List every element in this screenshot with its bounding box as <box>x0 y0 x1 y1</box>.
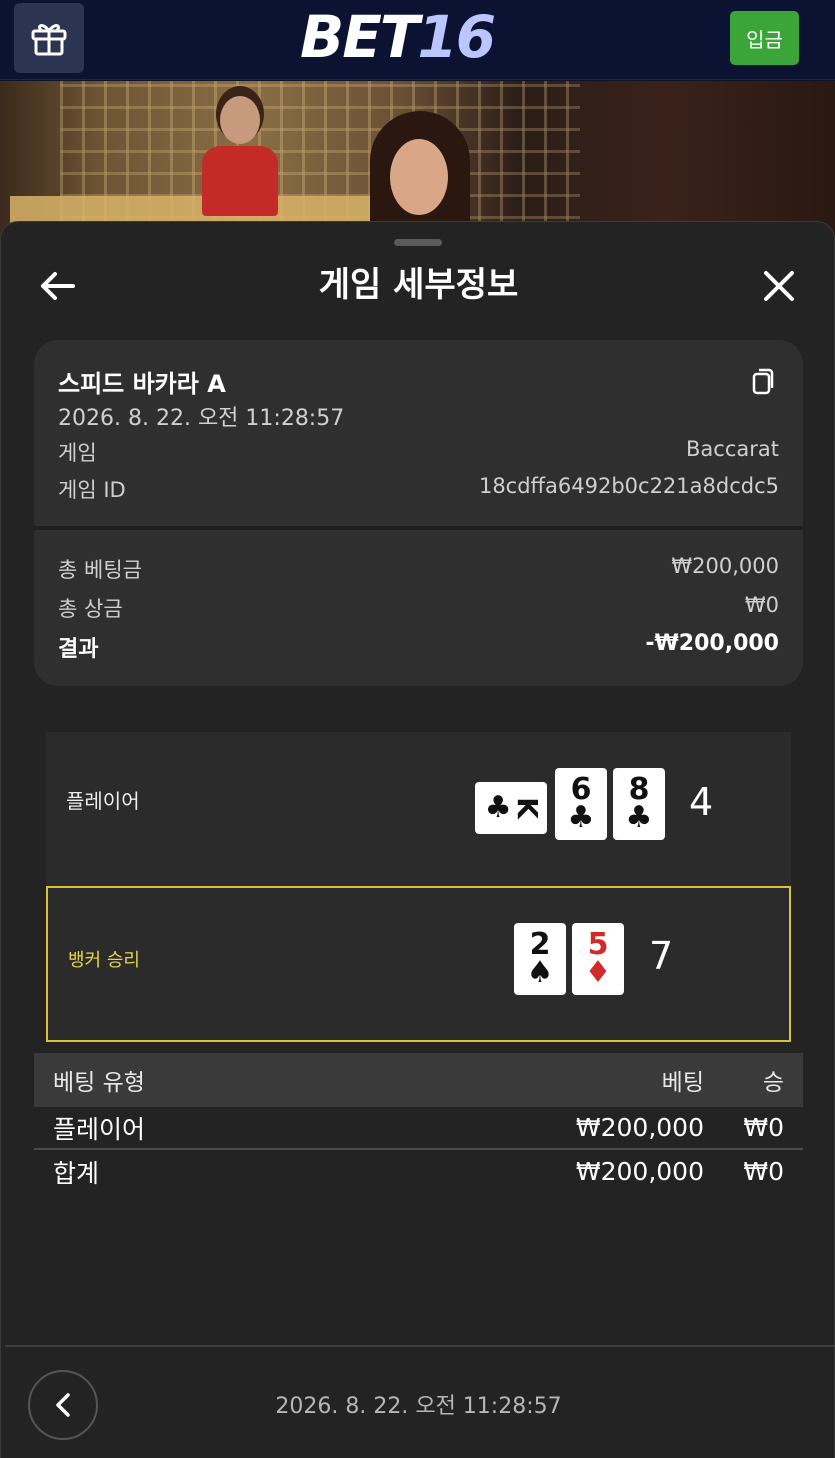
total-type-cell: 합계 <box>53 1158 100 1188</box>
playing-card: 6 ♣ <box>555 768 607 840</box>
playing-card: ♣ K <box>475 782 547 834</box>
card-suit: ♣ <box>484 790 512 825</box>
game-details-sheet: 게임 세부정보 스피드 바카라 A 2026. 8. 22. 오전 11:28:… <box>0 221 835 1458</box>
game-info-section: 스피드 바카라 A 2026. 8. 22. 오전 11:28:57 게임 Ba… <box>34 340 803 526</box>
logo-text-bet: BET <box>300 3 419 71</box>
game-id-label: 게임 ID <box>58 478 126 502</box>
total-prize-label: 총 상금 <box>58 597 123 621</box>
sheet-title: 게임 세부정보 <box>318 265 519 305</box>
card-suit: ♣ <box>625 800 653 835</box>
bets-table-header: 베팅 유형 베팅 승 <box>34 1053 803 1107</box>
card-suit: ♠ <box>526 955 554 990</box>
header-bet: 베팅 <box>661 1070 704 1096</box>
header-win: 승 <box>762 1070 784 1096</box>
total-prize-value: ₩0 <box>744 593 779 617</box>
table-total-row: 합계 ₩200,000 ₩0 <box>34 1150 803 1193</box>
bet-type-cell: 플레이어 <box>53 1114 146 1144</box>
win-amount-cell: ₩0 <box>743 1113 784 1142</box>
banker-score: 7 <box>649 934 674 978</box>
copy-button[interactable] <box>750 366 778 396</box>
playing-card: 5 ♦ <box>572 923 624 995</box>
game-name: 스피드 바카라 A <box>58 370 226 398</box>
logo-text-number: 16 <box>417 3 496 71</box>
card-suit: ♣ <box>567 800 595 835</box>
result-label: 결과 <box>58 637 99 662</box>
game-type-label: 게임 <box>58 441 97 465</box>
playing-card: 2 ♠ <box>514 923 566 995</box>
close-icon <box>764 271 794 301</box>
table-row: 플레이어 ₩200,000 ₩0 <box>34 1107 803 1150</box>
close-button[interactable] <box>757 264 801 308</box>
total-bet-label: 총 베팅금 <box>58 558 142 582</box>
total-bet-row: 총 베팅금 ₩200,000 <box>58 554 779 584</box>
total-bet-value: ₩200,000 <box>671 554 779 578</box>
deposit-button[interactable]: 입금 <box>730 11 799 65</box>
copy-icon <box>752 368 774 395</box>
result-value: -₩200,000 <box>645 631 779 656</box>
game-timestamp: 2026. 8. 22. 오전 11:28:57 <box>58 406 345 431</box>
top-bar: BET16 입금 <box>0 0 835 80</box>
round-results: 플레이어 ♣ K 6 ♣ 8 ♣ 4 뱅커 승리 2 ♠ 5 ♦ 7 <box>46 732 791 1042</box>
header-bet-type: 베팅 유형 <box>53 1070 145 1096</box>
bet-amount-cell: ₩200,000 <box>575 1113 704 1142</box>
card-rank: K <box>510 797 544 819</box>
gift-button[interactable] <box>14 3 84 73</box>
total-win-cell: ₩0 <box>743 1157 784 1186</box>
game-id-value[interactable]: 18cdffa6492b0c221a8dcdc5 <box>479 474 779 504</box>
total-bet-cell: ₩200,000 <box>575 1157 704 1186</box>
game-type-value: Baccarat <box>686 437 779 461</box>
player-score: 4 <box>689 780 714 824</box>
playing-card: 8 ♣ <box>613 768 665 840</box>
footer-timestamp: 2026. 8. 22. 오전 11:28:57 <box>275 1394 562 1419</box>
card-suit: ♦ <box>584 955 612 990</box>
dealer-figure-back <box>198 96 282 226</box>
game-id-row: 게임 ID 18cdffa6492b0c221a8dcdc5 <box>58 474 779 504</box>
game-info-card: 스피드 바카라 A 2026. 8. 22. 오전 11:28:57 게임 Ba… <box>34 340 803 686</box>
brand-logo[interactable]: BET16 <box>300 6 536 68</box>
game-type-row: 게임 Baccarat <box>58 437 779 467</box>
result-row: 결과 -₩200,000 <box>58 631 779 663</box>
footer-divider <box>5 1345 835 1347</box>
divider <box>34 526 803 530</box>
banker-hand-label: 뱅커 승리 <box>68 950 140 971</box>
gift-icon <box>31 24 67 56</box>
player-hand: 플레이어 ♣ K 6 ♣ 8 ♣ 4 <box>46 732 791 886</box>
player-hand-label: 플레이어 <box>66 789 140 813</box>
live-dealer-stream <box>0 81 835 241</box>
total-prize-row: 총 상금 ₩0 <box>58 593 779 623</box>
drag-handle[interactable] <box>394 239 442 246</box>
bets-table: 베팅 유형 베팅 승 플레이어 ₩200,000 ₩0 합계 ₩200,000 … <box>34 1053 803 1193</box>
banker-hand: 뱅커 승리 2 ♠ 5 ♦ 7 <box>46 886 791 1042</box>
